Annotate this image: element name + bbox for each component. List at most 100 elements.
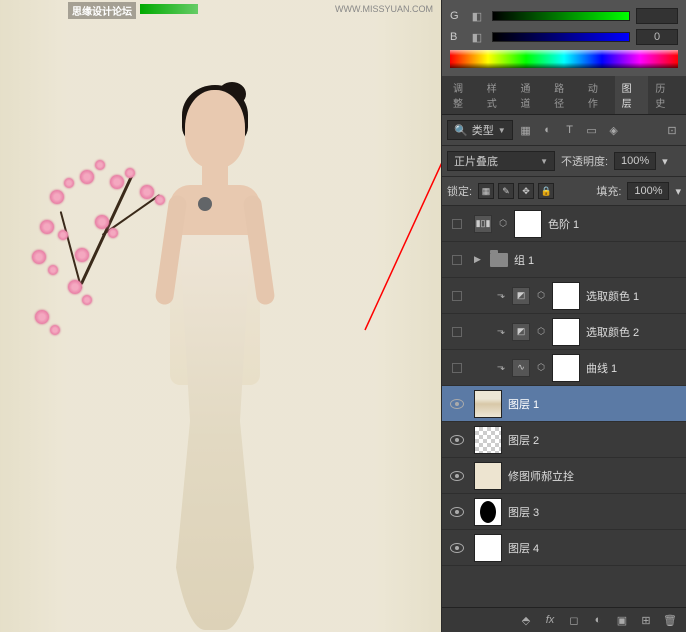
- b-value-input[interactable]: 0: [636, 29, 678, 45]
- mask-thumbnail[interactable]: [514, 210, 542, 238]
- layer-row[interactable]: ▮▯▮ ⬡ 色阶 1: [442, 206, 686, 242]
- g-slider[interactable]: [492, 11, 630, 21]
- chevron-down-icon[interactable]: ▾: [662, 155, 668, 168]
- filter-pixel-icon[interactable]: ▦: [517, 121, 535, 139]
- layer-name-label[interactable]: 修图师郝立拴: [508, 468, 574, 484]
- layer-row[interactable]: 图层 1: [442, 386, 686, 422]
- layer-name-label[interactable]: 图层 4: [508, 540, 539, 556]
- tab-4[interactable]: 动作: [581, 76, 615, 114]
- new-group-icon[interactable]: ▣: [614, 612, 630, 628]
- blend-mode-dropdown[interactable]: 正片叠底 ▼: [447, 151, 555, 171]
- layer-row[interactable]: 修图师郝立拴: [442, 458, 686, 494]
- tab-3[interactable]: 路径: [547, 76, 581, 114]
- visibility-toggle[interactable]: [444, 471, 470, 481]
- layers-list[interactable]: ▮▯▮⬡色阶 1▶组 1⬎◩⬡选取颜色 1⬎◩⬡选取颜色 2⬎∿⬡曲线 1图层 …: [442, 206, 686, 607]
- layer-row[interactable]: 图层 4: [442, 530, 686, 566]
- tab-1[interactable]: 样式: [480, 76, 514, 114]
- delete-layer-icon[interactable]: 🗑: [662, 612, 678, 628]
- layer-body: ⬎◩⬡选取颜色 1: [470, 282, 684, 310]
- b-slider[interactable]: [492, 32, 630, 42]
- folder-icon: [490, 253, 508, 267]
- tab-5[interactable]: 图层: [615, 76, 649, 114]
- layer-thumbnail[interactable]: [474, 462, 502, 490]
- lock-transparency-icon[interactable]: ▦: [478, 183, 494, 199]
- add-mask-icon[interactable]: ◻: [566, 612, 582, 628]
- visibility-toggle[interactable]: [444, 435, 470, 445]
- canvas[interactable]: 思缘设计论坛 WWW.MISSYUAN.COM: [0, 0, 441, 632]
- layer-name-label[interactable]: 图层 2: [508, 432, 539, 448]
- layer-body: ⬎◩⬡选取颜色 2: [470, 318, 684, 346]
- layer-thumbnail[interactable]: [474, 534, 502, 562]
- slider-toggle-icon[interactable]: ◧: [468, 28, 486, 46]
- layer-fx-icon[interactable]: fx: [542, 612, 558, 628]
- g-value-input[interactable]: [636, 8, 678, 24]
- visibility-toggle[interactable]: [444, 255, 470, 265]
- lock-bar: 锁定: ▦ ✎ ✥ 🔒 填充: 100% ▾: [442, 177, 686, 206]
- visibility-toggle[interactable]: [444, 291, 470, 301]
- chevron-down-icon: ▼: [498, 126, 506, 135]
- app-root: 思缘设计论坛 WWW.MISSYUAN.COM: [0, 0, 686, 632]
- visibility-toggle[interactable]: [444, 219, 470, 229]
- tab-2[interactable]: 通道: [513, 76, 547, 114]
- filter-adjust-icon[interactable]: ◐: [539, 121, 557, 139]
- layer-row[interactable]: ⬎◩⬡选取颜色 2: [442, 314, 686, 350]
- layer-body: 修图师郝立拴: [470, 462, 684, 490]
- filter-type-dropdown[interactable]: 🔍 类型 ▼: [447, 120, 513, 140]
- tab-0[interactable]: 调整: [446, 76, 480, 114]
- eye-icon: [450, 399, 464, 409]
- visibility-toggle[interactable]: [444, 507, 470, 517]
- chevron-down-icon[interactable]: ▾: [675, 185, 681, 198]
- mask-thumbnail[interactable]: [552, 282, 580, 310]
- lock-all-icon[interactable]: 🔒: [538, 183, 554, 199]
- adjustment-icon: ▮▯▮: [474, 215, 492, 233]
- mask-thumbnail[interactable]: [552, 354, 580, 382]
- layer-row[interactable]: ⬎∿⬡曲线 1: [442, 350, 686, 386]
- layer-body: 图层 1: [470, 390, 684, 418]
- lock-paint-icon[interactable]: ✎: [498, 183, 514, 199]
- opacity-input[interactable]: 100%: [614, 152, 656, 170]
- mask-thumbnail[interactable]: [552, 318, 580, 346]
- layer-row[interactable]: 图层 2: [442, 422, 686, 458]
- watermark-url: WWW.MISSYUAN.COM: [335, 4, 433, 14]
- layer-thumbnail[interactable]: [474, 390, 502, 418]
- fill-input[interactable]: 100%: [627, 182, 669, 200]
- lock-position-icon[interactable]: ✥: [518, 183, 534, 199]
- visibility-empty-icon: [452, 327, 462, 337]
- layer-row[interactable]: ▶ 组 1: [442, 242, 686, 278]
- layer-name-label[interactable]: 图层 1: [508, 396, 539, 412]
- tab-6[interactable]: 历史: [648, 76, 682, 114]
- visibility-toggle[interactable]: [444, 543, 470, 553]
- link-layers-icon[interactable]: ⬘: [518, 612, 534, 628]
- link-icon: ⬡: [536, 362, 546, 373]
- visibility-toggle[interactable]: [444, 363, 470, 373]
- slider-toggle-icon[interactable]: ◧: [468, 7, 486, 25]
- filter-shape-icon[interactable]: ▭: [583, 121, 601, 139]
- eye-icon: [450, 543, 464, 553]
- clip-icon: ⬎: [496, 326, 506, 337]
- layer-row[interactable]: ⬎◩⬡选取颜色 1: [442, 278, 686, 314]
- eye-icon: [450, 507, 464, 517]
- visibility-toggle[interactable]: [444, 327, 470, 337]
- layer-thumbnail[interactable]: [474, 426, 502, 454]
- new-adjustment-icon[interactable]: ◐: [590, 612, 606, 628]
- visibility-toggle[interactable]: [444, 399, 470, 409]
- layer-name-label[interactable]: 组 1: [514, 252, 534, 268]
- filter-toggle-switch[interactable]: ⊡: [663, 121, 681, 139]
- new-layer-icon[interactable]: ⊞: [638, 612, 654, 628]
- filter-text-icon[interactable]: T: [561, 121, 579, 139]
- filter-smart-icon[interactable]: ◈: [605, 121, 623, 139]
- color-spectrum[interactable]: [450, 50, 678, 68]
- layer-body: ▮▯▮ ⬡ 色阶 1: [470, 210, 684, 238]
- layer-name-label[interactable]: 曲线 1: [586, 360, 617, 376]
- layer-name-label[interactable]: 色阶 1: [548, 216, 579, 232]
- expand-icon[interactable]: ▶: [474, 254, 484, 265]
- layer-name-label[interactable]: 选取颜色 1: [586, 288, 639, 304]
- layer-name-label[interactable]: 选取颜色 2: [586, 324, 639, 340]
- clip-icon: ⬎: [496, 362, 506, 373]
- layer-thumbnail[interactable]: [474, 498, 502, 526]
- layer-name-label[interactable]: 图层 3: [508, 504, 539, 520]
- layer-row[interactable]: 图层 3: [442, 494, 686, 530]
- visibility-empty-icon: [452, 291, 462, 301]
- link-icon: ⬡: [498, 218, 508, 229]
- layers-bottom-bar: ⬘ fx ◻ ◐ ▣ ⊞ 🗑: [442, 607, 686, 632]
